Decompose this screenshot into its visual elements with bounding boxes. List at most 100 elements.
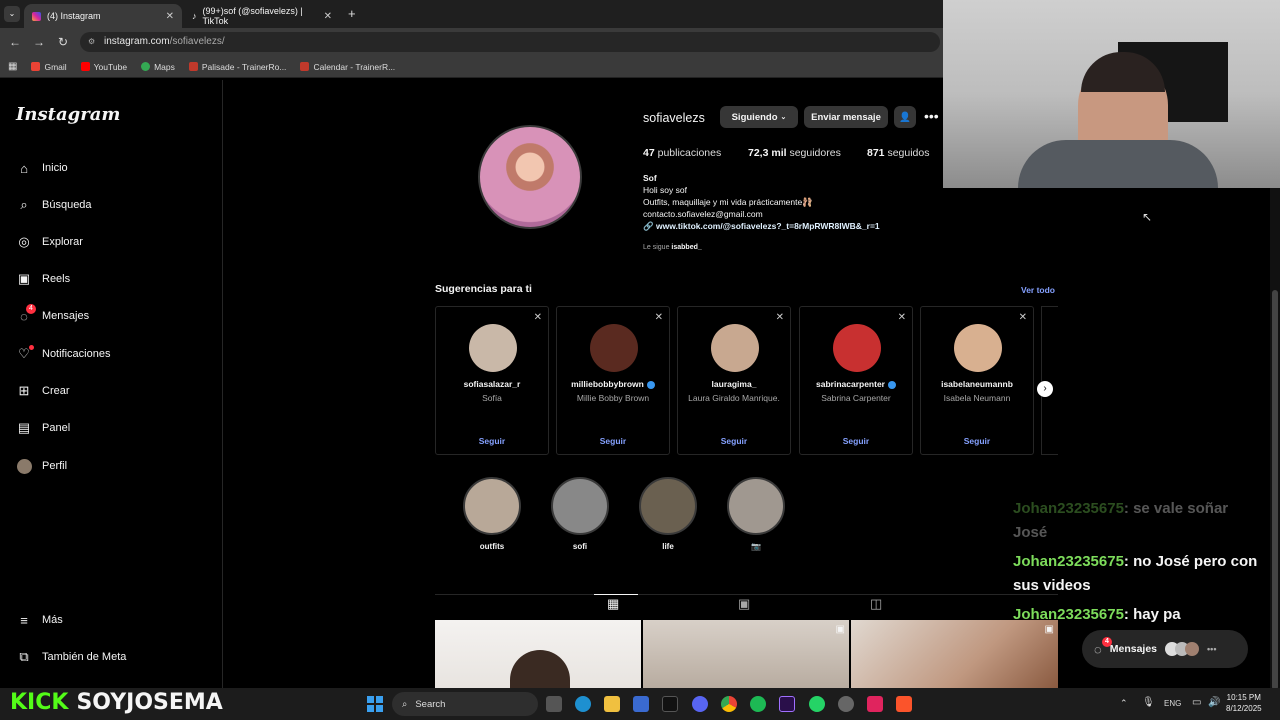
- store-icon[interactable]: [633, 696, 649, 712]
- obs-icon[interactable]: [838, 696, 854, 712]
- suggestion-avatar[interactable]: [711, 324, 759, 372]
- task-view-icon[interactable]: [546, 696, 562, 712]
- back-arrow-icon[interactable]: ←: [3, 35, 27, 49]
- suggestion-avatar[interactable]: [590, 324, 638, 372]
- follow-button[interactable]: Seguir: [678, 436, 790, 446]
- suggestion-username[interactable]: isabelaneumannb: [921, 379, 1033, 389]
- sidebar-item-reels[interactable]: ▣ Reels: [16, 271, 70, 287]
- sidebar-item-inicio[interactable]: ⌂ Inicio: [16, 160, 68, 176]
- edge-icon[interactable]: [575, 696, 591, 712]
- next-arrow-icon[interactable]: ›: [1037, 381, 1053, 397]
- following-button[interactable]: Siguiendo ⌄: [720, 106, 798, 128]
- brave-icon[interactable]: [896, 696, 912, 712]
- spotify-icon[interactable]: [750, 696, 766, 712]
- bookmark-gmail[interactable]: Gmail: [31, 62, 67, 72]
- followed-by[interactable]: Le sigue isabbed_: [643, 244, 702, 251]
- more-options-icon[interactable]: •••: [924, 108, 939, 124]
- scrollbar-thumb[interactable]: [1272, 290, 1278, 690]
- profile-avatar[interactable]: [478, 125, 582, 229]
- taskbar-search[interactable]: ⌕ Search: [392, 692, 538, 716]
- bookmark-palisade[interactable]: Palisade - TrainerRo...: [188, 62, 286, 72]
- reload-icon[interactable]: ↻: [51, 35, 75, 49]
- follow-button[interactable]: Seguir: [800, 436, 912, 446]
- tiktok-studio-icon[interactable]: [867, 696, 883, 712]
- sidebar-item-mas[interactable]: ≡ Más: [16, 612, 63, 628]
- follow-button[interactable]: Seguir: [557, 436, 669, 446]
- whatsapp-icon[interactable]: [809, 696, 825, 712]
- dismiss-icon[interactable]: ✕: [776, 312, 784, 323]
- highlight-circle[interactable]: [551, 477, 609, 535]
- post-thumbnail[interactable]: ▣: [851, 620, 1058, 688]
- sidebar-item-crear[interactable]: ⊞ Crear: [16, 383, 70, 399]
- see-all-link[interactable]: Ver todo: [1021, 285, 1055, 295]
- tagged-tab-icon[interactable]: ◫: [870, 596, 882, 612]
- highlight-circle[interactable]: [463, 477, 521, 535]
- volume-icon[interactable]: 🔊: [1208, 697, 1220, 708]
- suggestion-username-row[interactable]: milliebobbybrown: [557, 379, 669, 389]
- suggestion-username-row[interactable]: sabrinacarpenter: [800, 379, 912, 389]
- followed-by-user: isabbed_: [671, 244, 702, 251]
- bookmark-calendar[interactable]: Calendar - TrainerR...: [300, 62, 395, 72]
- highlight-circle[interactable]: [639, 477, 697, 535]
- close-tab-icon[interactable]: ✕: [166, 11, 174, 22]
- highlight-circle[interactable]: [727, 477, 785, 535]
- discord-icon[interactable]: [692, 696, 708, 712]
- suggestion-avatar[interactable]: [954, 324, 1002, 372]
- grid-tab-icon[interactable]: ▦: [607, 596, 619, 612]
- follow-button[interactable]: Seguir: [921, 436, 1033, 446]
- dismiss-icon[interactable]: ✕: [534, 312, 542, 323]
- site-info-icon[interactable]: ⚙: [88, 32, 95, 52]
- post-thumbnail[interactable]: [435, 620, 641, 688]
- sidebar-item-meta[interactable]: ⧉ También de Meta: [16, 649, 126, 665]
- tab-instagram[interactable]: (4) Instagram ✕: [24, 4, 182, 28]
- post-thumbnail[interactable]: ▣: [643, 620, 849, 688]
- file-explorer-icon[interactable]: [604, 696, 620, 712]
- suggestion-avatar[interactable]: [833, 324, 881, 372]
- sidebar-item-label: Panel: [42, 422, 71, 434]
- sidebar-item-busqueda[interactable]: ⌕ Búsqueda: [16, 197, 91, 213]
- bookmark-maps[interactable]: Maps: [141, 62, 175, 72]
- bookmark-youtube[interactable]: YouTube: [80, 62, 127, 72]
- add-user-button[interactable]: 👤: [894, 106, 916, 128]
- tray-chevron-icon[interactable]: ⌃: [1120, 698, 1128, 709]
- instagram-logo[interactable]: Instagram: [16, 104, 120, 125]
- sidebar-item-notificaciones[interactable]: ♡ Notificaciones: [16, 345, 110, 362]
- suggestion-username[interactable]: sofiasalazar_r: [436, 379, 548, 389]
- send-message-button[interactable]: Enviar mensaje: [804, 106, 888, 128]
- tab-list-button[interactable]: ⌄: [4, 6, 20, 22]
- forward-arrow-icon[interactable]: →: [27, 35, 51, 49]
- sidebar-item-explorar[interactable]: ◎ Explorar: [16, 234, 83, 250]
- tab-tiktok[interactable]: ♪ (99+)sof (@sofiavelezs) | TikTok ✕: [184, 4, 340, 28]
- tiktok-icon[interactable]: [662, 696, 678, 712]
- suggestion-username: sabrinacarpenter: [816, 379, 885, 389]
- premiere-icon[interactable]: [779, 696, 795, 712]
- sidebar-item-mensajes[interactable]: ◌ 4 Mensajes: [16, 304, 89, 324]
- reels-tab-icon[interactable]: ▣: [738, 596, 750, 612]
- dismiss-icon[interactable]: ✕: [898, 312, 906, 323]
- windows-start-icon[interactable]: [367, 696, 383, 712]
- clock-date: 8/12/2025: [1226, 704, 1262, 713]
- chrome-icon[interactable]: [721, 696, 737, 712]
- suggestion-username[interactable]: lauragima_: [678, 379, 790, 389]
- language-indicator[interactable]: ENG: [1164, 699, 1181, 708]
- profile-link[interactable]: 🔗 www.tiktok.com/@sofiavelezs?_t=8rMpRWR…: [643, 221, 880, 232]
- follow-button[interactable]: Seguir: [436, 436, 548, 446]
- following-count[interactable]: 871 seguidos: [867, 147, 929, 159]
- messages-pill[interactable]: ◌ 4 Mensajes •••: [1082, 630, 1248, 668]
- sidebar-item-perfil[interactable]: Perfil: [16, 458, 67, 474]
- highlight-label: life: [662, 542, 674, 551]
- microphone-icon[interactable]: 🎙: [1142, 697, 1155, 708]
- posts-count: 47 publicaciones: [643, 147, 721, 159]
- network-icon[interactable]: ▭: [1192, 697, 1201, 708]
- more-dots-icon[interactable]: •••: [1207, 644, 1216, 654]
- dismiss-icon[interactable]: ✕: [655, 312, 663, 323]
- apps-grid-icon[interactable]: ▦: [8, 61, 17, 72]
- new-tab-button[interactable]: +: [348, 6, 356, 21]
- dismiss-icon[interactable]: ✕: [1019, 312, 1027, 323]
- system-clock[interactable]: 10:15 PM 8/12/2025: [1226, 692, 1262, 714]
- suggestion-avatar[interactable]: [469, 324, 517, 372]
- sidebar-item-panel[interactable]: ▤ Panel: [16, 420, 70, 436]
- url-field[interactable]: ⚙ instagram.com/sofiavelezs/: [80, 32, 940, 52]
- followers-count[interactable]: 72,3 mil seguidores: [748, 147, 841, 159]
- close-tab-icon[interactable]: ✕: [324, 11, 332, 22]
